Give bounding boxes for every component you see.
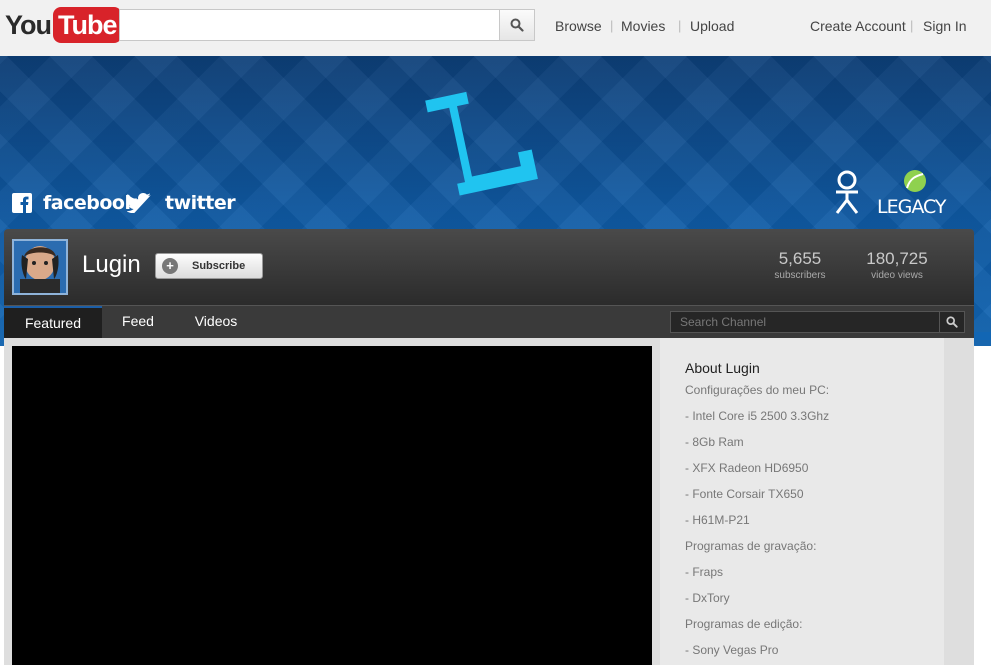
banner-edge: [974, 332, 991, 340]
video-player[interactable]: [12, 346, 652, 665]
facebook-label: facebook: [43, 192, 137, 214]
facebook-link[interactable]: facebook: [12, 192, 137, 214]
legacy-logo-text: LEGACY: [877, 196, 947, 218]
search-icon: [946, 316, 958, 328]
video-views-label: video views: [871, 270, 923, 281]
about-line: - Sony Vegas Pro: [685, 643, 779, 657]
subscribe-button[interactable]: + Subscribe: [155, 253, 263, 279]
create-account-link[interactable]: Create Account: [810, 18, 906, 34]
about-panel: About Lugin Configurações do meu PC: - I…: [660, 338, 944, 665]
logo-you-text: You: [5, 9, 52, 40]
stick-figure-logo: [835, 170, 859, 214]
nav-browse-link[interactable]: Browse: [555, 18, 602, 34]
nav-divider: |: [678, 18, 682, 33]
masthead: You Tube Browse | Movies | Upload Create…: [0, 0, 991, 56]
tab-feed[interactable]: Feed: [102, 306, 174, 339]
nav-divider: |: [910, 18, 914, 33]
leaf-icon: [904, 170, 926, 192]
about-title: About Lugin: [685, 360, 760, 376]
avatar[interactable]: [12, 239, 68, 295]
plus-icon: +: [162, 258, 178, 274]
about-line: - DxTory: [685, 591, 730, 605]
twitter-label: twitter: [165, 192, 236, 214]
about-line: Programas de gravação:: [685, 539, 817, 553]
channel-header: Lugin + Subscribe 5,655 subscribers 180,…: [4, 229, 974, 305]
about-line: - XFX Radeon HD6950: [685, 461, 809, 475]
nav-movies-link[interactable]: Movies: [621, 18, 665, 34]
youtube-logo[interactable]: You Tube: [5, 7, 122, 43]
about-line: Configurações do meu PC:: [685, 383, 830, 397]
channel-search-button[interactable]: [939, 311, 965, 333]
channel-search-input[interactable]: Search Channel: [670, 311, 940, 333]
subscribers-label: subscribers: [774, 270, 826, 281]
search-input[interactable]: [119, 9, 500, 41]
nav-divider: |: [610, 18, 614, 33]
logo-tube-text: Tube: [53, 7, 122, 43]
about-line: - 8Gb Ram: [685, 435, 744, 449]
sign-in-link[interactable]: Sign In: [923, 18, 967, 34]
search-button[interactable]: [499, 9, 535, 41]
subscribe-label: Subscribe: [192, 260, 246, 272]
channel-name: Lugin: [82, 251, 141, 278]
banner-letter-logo: [425, 91, 538, 196]
tab-videos[interactable]: Videos: [174, 306, 258, 339]
channel-tabs: Featured Feed Videos Search Channel: [4, 305, 974, 339]
about-line: - Fraps: [685, 565, 724, 579]
nav-upload-link[interactable]: Upload: [690, 18, 734, 34]
channel-content: About Lugin Configurações do meu PC: - I…: [4, 338, 974, 665]
twitter-icon: [127, 193, 151, 213]
facebook-icon: [12, 193, 32, 213]
about-line: - H61M-P21: [685, 513, 750, 527]
search-icon: [510, 18, 524, 32]
video-views-count: 180,725: [866, 249, 928, 268]
about-line: - Intel Core i5 2500 3.3Ghz: [685, 409, 830, 423]
about-line: - Fonte Corsair TX650: [685, 487, 804, 501]
about-line: Programas de edição:: [685, 617, 803, 631]
twitter-link[interactable]: twitter: [127, 192, 236, 214]
tab-featured[interactable]: Featured: [4, 306, 102, 339]
avatar-image: [14, 241, 66, 293]
subscribers-count: 5,655: [778, 249, 822, 268]
